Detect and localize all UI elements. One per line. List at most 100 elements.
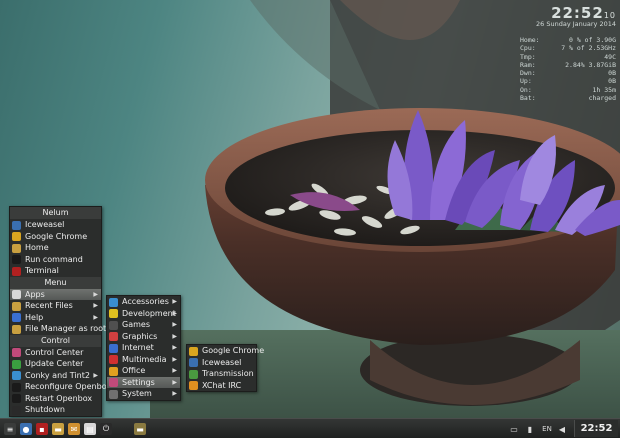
clipboard-icon[interactable]: ▭ <box>508 422 520 436</box>
taskbar-panel: ≡ ● ▪ ▬ ✉ ▤ ⏻ ▬ ▭ ▮ EN ◀ 22:52 <box>0 418 620 438</box>
conky-stat-value: 2.84% 3.87GiB <box>565 60 616 69</box>
menu-item-label: Reconfigure Openbox <box>25 382 112 391</box>
conky-stat-row: Cpu: 7 % of 2.53GHz <box>520 44 616 52</box>
menu-item-label: Recent Files <box>25 301 73 310</box>
menu-item-label: Help <box>25 312 44 322</box>
menu-item-accessories[interactable]: Accessories ▶ <box>107 296 180 308</box>
volume-icon[interactable]: ◀ <box>556 422 568 436</box>
task-home-folder-icon[interactable]: ▬ <box>134 423 146 435</box>
terminal-launcher-icon[interactable]: ▪ <box>36 423 48 435</box>
keyboard-layout-indicator[interactable]: EN <box>540 422 554 436</box>
conky-stat-label: Dwn: <box>520 69 536 78</box>
conky-stat-row: Dwn: 0B <box>520 69 616 77</box>
text-editor-launcher-icon[interactable]: ▤ <box>84 423 96 435</box>
menu-item-update-center[interactable]: Update Center <box>10 358 101 370</box>
graphics-icon <box>109 332 118 341</box>
menu-title: Nelum <box>10 207 101 219</box>
menu-item-label: Graphics <box>122 331 158 341</box>
conky-stat-row: On: 1h 35m <box>520 86 616 94</box>
conky-stat-value: 0B <box>608 69 616 78</box>
menu-item-run-command[interactable]: Run command <box>10 254 101 266</box>
submenu-arrow-icon: ▶ <box>172 309 177 317</box>
apps-icon <box>12 290 21 299</box>
conky-icon <box>12 371 21 380</box>
menu-item-development[interactable]: Development ▶ <box>107 308 180 320</box>
browser-launcher-icon[interactable]: ● <box>20 423 32 435</box>
menu-item-system[interactable]: System ▶ <box>107 388 180 400</box>
menu-item-label: Conky and Tint2 <box>25 370 90 380</box>
menu-item-graphics[interactable]: Graphics ▶ <box>107 331 180 343</box>
submenu-arrow-icon: ▶ <box>172 378 177 386</box>
conky-system-monitor: 22:5210 26 Sunday January 2014 Home: 0 % … <box>520 4 616 102</box>
menu-item-label: Home <box>25 243 49 252</box>
submenu-arrow-icon: ▶ <box>93 302 98 309</box>
reconfigure-openbox-icon <box>12 382 21 392</box>
menu-item-label: Accessories <box>122 297 169 306</box>
apps-items-list: Accessories ▶ Development ▶ Games ▶ Graphics ▶ I… <box>107 296 180 400</box>
conky-stat-label: Bat: <box>520 94 536 103</box>
control-items-list: Control Center Update Center Conky and Tin… <box>10 347 111 416</box>
settings-icon <box>109 378 118 387</box>
conky-stat-row: Bat: charged <box>520 94 616 102</box>
menu-item-xchat-irc[interactable]: XChat IRC <box>187 380 256 392</box>
menu-launcher-icon[interactable]: ≡ <box>4 423 16 435</box>
chrome-icon <box>12 232 21 241</box>
conky-stat-label: Ram: <box>520 60 536 69</box>
menu-item-home[interactable]: Home <box>10 242 101 254</box>
mail-launcher-icon[interactable]: ✉ <box>68 423 80 435</box>
menu-item-google-chrome[interactable]: Google Chrome <box>187 345 264 357</box>
submenu-arrow-icon: ▶ <box>93 313 98 321</box>
menu-item-terminal[interactable]: Terminal <box>10 265 101 277</box>
settings-items-list: Google Chrome Iceweasel Transmission XChat … <box>187 345 264 392</box>
conky-stat-value: 7 % of 2.53GHz <box>561 44 616 53</box>
apps-submenu: Accessories ▶ Development ▶ Games ▶ Graphics ▶ I… <box>106 295 181 401</box>
submenu-arrow-icon: ▶ <box>172 321 177 328</box>
menu-item-label: XChat IRC <box>202 380 242 390</box>
conky-seconds: 10 <box>603 11 616 20</box>
conky-stat-label: On: <box>520 85 532 94</box>
menu-item-apps[interactable]: Apps ▶ <box>10 288 101 300</box>
panel-clock[interactable]: 22:52 <box>574 420 618 437</box>
submenu-arrow-icon: ▶ <box>172 367 177 374</box>
menu-item-iceweasel[interactable]: Iceweasel <box>187 357 256 369</box>
menu-item-shutdown[interactable]: Shutdown <box>10 404 101 416</box>
menu-item-multimedia[interactable]: Multimedia ▶ <box>107 354 180 366</box>
network-signal-icon[interactable]: ▮ <box>524 422 536 436</box>
menu-item-control-center[interactable]: Control Center <box>10 347 101 359</box>
menu-item-conky-and-tint2[interactable]: Conky and Tint2 ▶ <box>10 370 101 382</box>
menu-item-label: Google Chrome <box>202 346 265 355</box>
menu-item-google-chrome[interactable]: Google Chrome <box>10 231 101 243</box>
multimedia-icon <box>109 355 118 364</box>
xchat-icon <box>189 381 198 390</box>
menu-item-label: Multimedia <box>122 354 167 364</box>
menu-item-internet[interactable]: Internet ▶ <box>107 342 180 354</box>
chrome-icon <box>189 346 198 356</box>
menu-item-label: Shutdown <box>25 405 65 414</box>
menu-item-restart-openbox[interactable]: Restart Openbox <box>10 393 101 405</box>
menu-item-help[interactable]: Help ▶ <box>10 312 101 324</box>
conky-stat-row: Up: 0B <box>520 77 616 85</box>
menu-item-settings[interactable]: Settings ▶ <box>107 376 180 388</box>
menu-items-list: Apps ▶ Recent Files ▶ Help ▶ File Manager as r… <box>10 288 106 335</box>
main-menu: Nelum Iceweasel Google Chrome Home Run comm… <box>9 206 111 417</box>
power-launcher-icon[interactable]: ⏻ <box>100 423 112 435</box>
conky-stat-row: Home: 0 % of 3.90G <box>520 36 616 44</box>
favorites-list: Iceweasel Google Chrome Home Run command Ter… <box>10 219 101 277</box>
menu-item-label: Development <box>122 308 176 318</box>
conky-stat-value: 0B <box>608 77 616 86</box>
office-icon <box>109 366 118 376</box>
menu-item-office[interactable]: Office ▶ <box>107 365 180 377</box>
conky-stat-label: Up: <box>520 77 532 86</box>
menu-item-recent-files[interactable]: Recent Files ▶ <box>10 300 101 312</box>
menu-item-file-manager-as-root[interactable]: File Manager as root <box>10 323 106 335</box>
menu-item-games[interactable]: Games ▶ <box>107 319 180 331</box>
conky-stat-row: Tmp: 49C <box>520 53 616 61</box>
files-launcher-icon[interactable]: ▬ <box>52 423 64 435</box>
menu-item-transmission[interactable]: Transmission <box>187 368 256 380</box>
accessories-icon <box>109 297 118 307</box>
menu-item-label: File Manager as root <box>25 324 107 333</box>
conky-stat-value: 0 % of 3.90G <box>569 36 616 44</box>
submenu-arrow-icon: ▶ <box>93 290 98 298</box>
menu-item-reconfigure-openbox[interactable]: Reconfigure Openbox <box>10 381 111 393</box>
menu-item-iceweasel[interactable]: Iceweasel <box>10 219 101 231</box>
